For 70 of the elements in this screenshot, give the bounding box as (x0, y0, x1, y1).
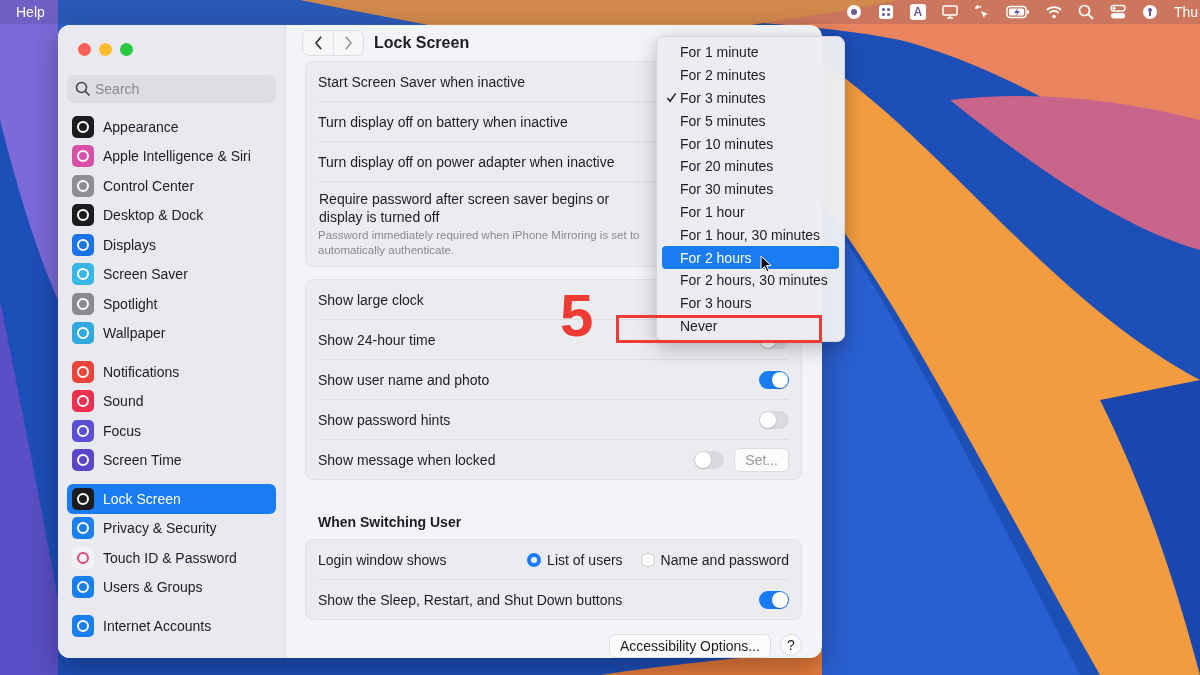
menu-item[interactable]: For 3 hours (662, 291, 839, 315)
setting-label: Turn display off on power adapter when inactive (318, 152, 615, 171)
sidebar-item[interactable]: Spotlight (67, 289, 276, 319)
section-heading: When Switching User (318, 514, 463, 530)
battery-icon[interactable] (1005, 5, 1030, 19)
sidebar-item[interactable]: Apple Intelligence & Siri (67, 141, 276, 171)
menu-item[interactable]: For 5 minutes (662, 109, 839, 133)
setting-label: Require password after screen saver begins or display is turned off (318, 190, 611, 226)
menu-item[interactable]: For 1 hour (662, 200, 839, 224)
search-icon (75, 81, 91, 97)
menu-item[interactable]: For 2 minutes (662, 63, 839, 87)
account-icon[interactable] (1141, 4, 1158, 20)
menu-item[interactable]: For 2 hours (662, 246, 839, 269)
radio-option[interactable]: List of users (527, 551, 623, 568)
wifi-icon[interactable] (1045, 4, 1062, 20)
sidebar-item[interactable]: Touch ID & Password (67, 543, 276, 573)
record-icon[interactable] (845, 4, 862, 20)
radio-button[interactable] (527, 552, 542, 567)
menu-item[interactable]: For 3 minutes (662, 86, 839, 110)
radio-label: List of users (547, 551, 623, 568)
help-button[interactable]: ? (780, 634, 802, 656)
control-center-icon[interactable] (1109, 4, 1126, 20)
menu-item[interactable]: For 1 hour, 30 minutes (662, 223, 839, 247)
step-number: 5 (560, 286, 594, 346)
toggle-switch[interactable] (694, 450, 725, 469)
sidebar-item[interactable]: Screen Saver (67, 259, 276, 289)
setting-note: Password immediately required when iPhone Mirroring is set to automatically authenticate. (318, 228, 641, 258)
sidebar-item[interactable]: Internet Accounts (67, 611, 276, 641)
setting-label: Show message when locked (318, 450, 496, 469)
page-title: Lock Screen (374, 34, 470, 52)
sidebar-item[interactable]: Sound (67, 386, 276, 416)
cursor-sparkle-icon[interactable] (973, 4, 990, 20)
menu-item[interactable]: For 30 minutes (662, 177, 839, 201)
menu-item[interactable]: For 2 hours, 30 minutes (662, 268, 839, 292)
setting-label: Login window shows (318, 550, 447, 569)
setting-label: Turn display off on battery when inactive (318, 112, 568, 131)
menu-item[interactable]: For 20 minutes (662, 155, 839, 178)
setting-label: Show 24-hour time (318, 330, 436, 349)
zoom-button[interactable] (120, 43, 133, 56)
menu-item[interactable]: For 10 minutes (662, 132, 839, 155)
sidebar-item[interactable]: Users & Groups (67, 572, 276, 602)
sidebar-item[interactable]: Screen Time (67, 445, 276, 475)
sidebar-item[interactable]: Displays (67, 230, 276, 260)
setting-label: Start Screen Saver when inactive (318, 72, 525, 91)
toggle-switch[interactable] (759, 590, 789, 609)
options-button[interactable]: Accessibility Options... (608, 634, 771, 658)
sidebar-item[interactable]: Appearance (67, 112, 276, 142)
display-icon[interactable] (941, 4, 958, 20)
toggle-switch[interactable] (759, 370, 789, 389)
setting-label: Show large clock (318, 290, 424, 309)
sidebar-item[interactable]: Lock Screen (67, 484, 276, 514)
sidebar-item[interactable]: Control Center (67, 171, 276, 201)
sidebar-item[interactable]: Notifications (67, 357, 276, 387)
radio-button[interactable] (640, 552, 655, 567)
setting-label: Show user name and photo (318, 370, 490, 389)
sidebar-item[interactable]: Desktop & Dock (67, 200, 276, 230)
cursor-icon (760, 255, 772, 273)
search-icon[interactable] (1077, 4, 1094, 20)
toggle-switch[interactable] (759, 410, 789, 429)
sidebar-item[interactable]: Focus (67, 416, 276, 446)
search-field[interactable]: Search (67, 75, 276, 103)
menu-item[interactable]: For 1 minute (662, 41, 839, 64)
setting-label: Show password hints (318, 410, 451, 429)
setting-label: Show the Sleep, Restart, and Shut Down buttons (318, 590, 623, 609)
chevron-right-icon (344, 36, 353, 50)
sidebar-item[interactable]: Privacy & Security (67, 513, 276, 543)
menu-item[interactable]: Help (16, 4, 45, 20)
chevron-left-icon (313, 36, 323, 50)
sidebar-item[interactable]: Wallpaper (67, 318, 276, 348)
close-button[interactable] (78, 43, 91, 56)
